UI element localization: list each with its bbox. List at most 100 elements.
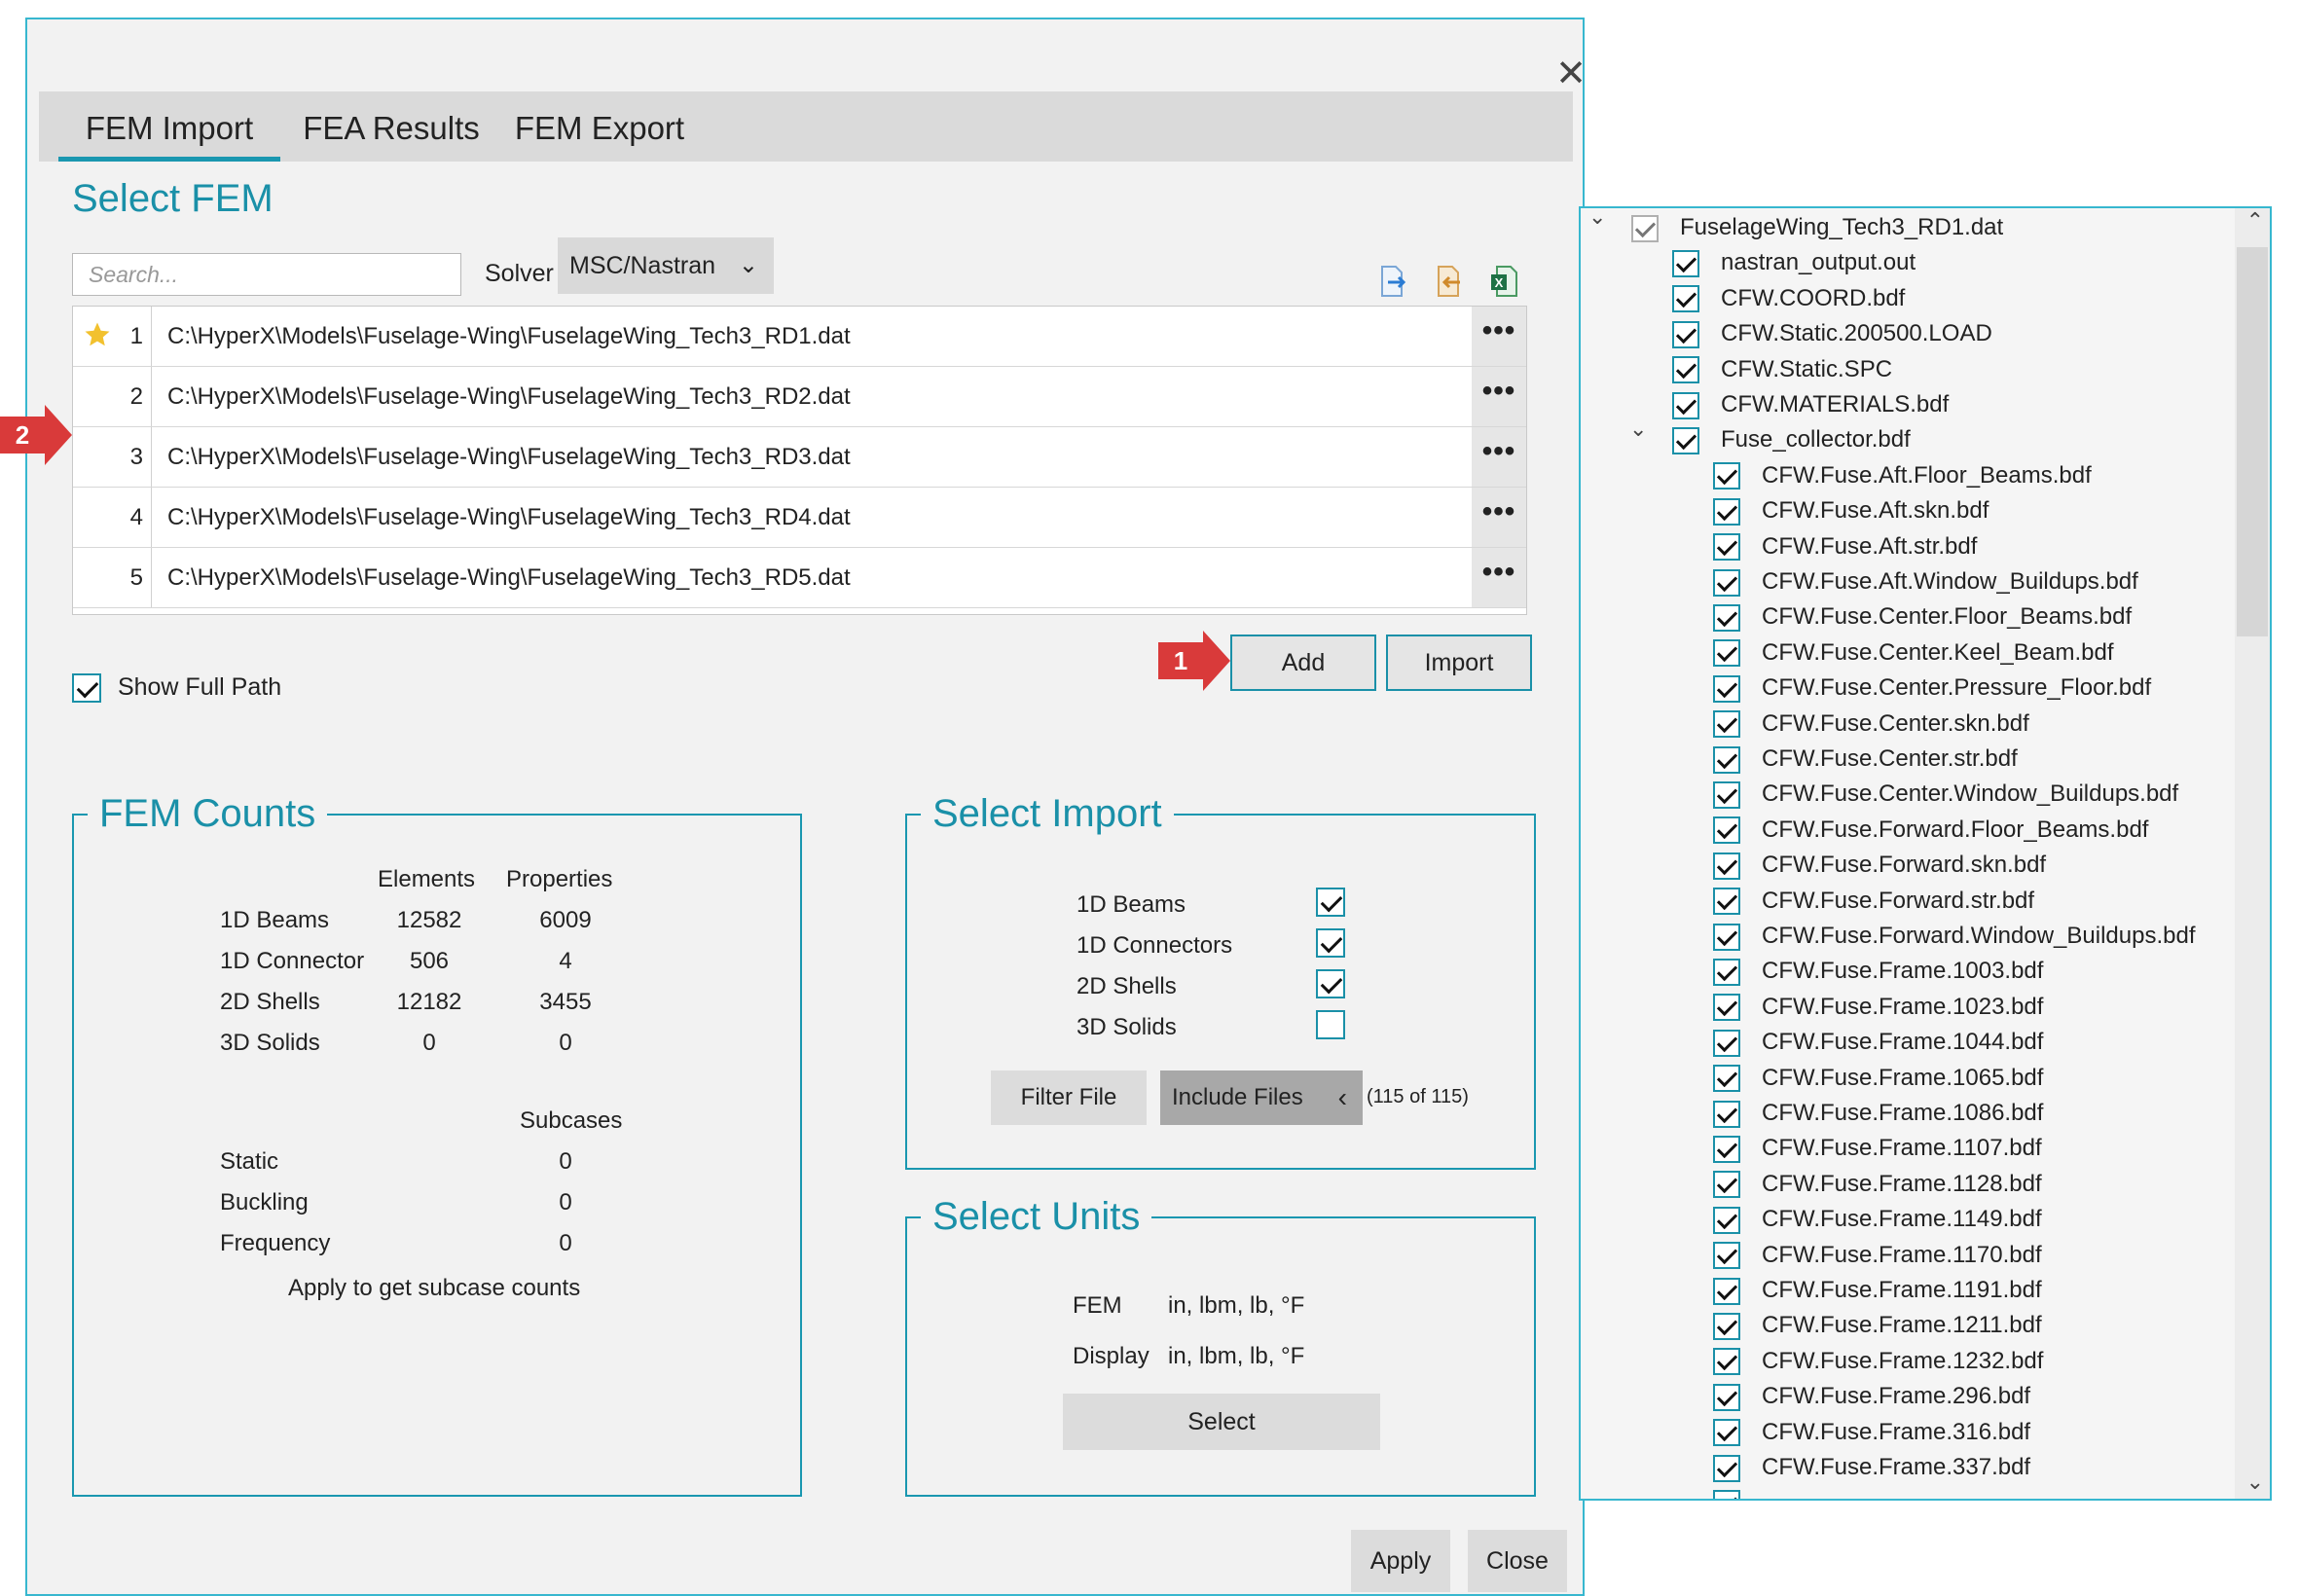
tree-item-checkbox[interactable]: [1713, 1490, 1740, 1499]
tree-item[interactable]: CFW.Static.200500.LOAD: [1672, 316, 1992, 351]
tree-item[interactable]: CFW.Fuse.Center.Window_Buildups.bdf: [1713, 777, 2178, 812]
scroll-down-icon[interactable]: ⌄: [2246, 1469, 2264, 1495]
tree-item-checkbox[interactable]: [1713, 1065, 1740, 1093]
tree-item-checkbox[interactable]: [1672, 250, 1699, 278]
tree-item[interactable]: CFW.Fuse.Frame.1107.bdf: [1713, 1131, 2042, 1166]
add-button[interactable]: Add: [1230, 635, 1376, 691]
tree-item[interactable]: CFW.Fuse.Aft.skn.bdf: [1713, 493, 1989, 528]
tree-item-checkbox[interactable]: [1713, 888, 1740, 916]
tree-item[interactable]: CFW.Fuse.Frame.1170.bdf: [1713, 1238, 2042, 1273]
browse-button[interactable]: •••: [1472, 307, 1526, 366]
tree-item-checkbox[interactable]: [1672, 356, 1699, 384]
tree-item[interactable]: CFW.Fuse.Frame.1191.bdf: [1713, 1273, 2042, 1308]
tree-item-checkbox[interactable]: [1713, 1454, 1740, 1482]
tab-fem-import[interactable]: FEM Import: [58, 91, 280, 162]
browse-button[interactable]: •••: [1472, 488, 1526, 547]
tree-item[interactable]: CFW.MATERIALS.bdf: [1672, 387, 1949, 422]
tree-item[interactable]: Fuse_collector.bdf: [1672, 422, 1911, 457]
tree-item[interactable]: CFW.Fuse.Center.Pressure_Floor.bdf: [1713, 671, 2151, 706]
tree-item[interactable]: CFW.Fuse.Aft.Floor_Beams.bdf: [1713, 458, 2092, 493]
tree-item-checkbox[interactable]: [1713, 816, 1740, 845]
tree-item-checkbox[interactable]: [1713, 1029, 1740, 1057]
close-icon[interactable]: ✕: [1548, 51, 1594, 97]
solver-dropdown[interactable]: MSC/Nastran ⌄: [558, 237, 774, 294]
tree-item[interactable]: CFW.Fuse.Frame.337.bdf: [1713, 1450, 2030, 1485]
tree-item[interactable]: CFW.Fuse.Frame.296.bdf: [1713, 1379, 2030, 1414]
tree-item-checkbox[interactable]: [1713, 923, 1740, 951]
tree-item-checkbox[interactable]: [1631, 214, 1659, 242]
tree-item-checkbox[interactable]: [1713, 852, 1740, 880]
tree-item[interactable]: CFW.Fuse.Frame.1023.bdf: [1713, 990, 2043, 1025]
tree-item[interactable]: CFW.Fuse.Forward.Window_Buildups.bdf: [1713, 919, 2196, 954]
tree-root-item[interactable]: FuselageWing_Tech3_RD1.dat: [1631, 210, 2003, 245]
browse-button[interactable]: •••: [1472, 367, 1526, 426]
tree-item-checkbox[interactable]: [1713, 1313, 1740, 1341]
tree-item-checkbox[interactable]: [1713, 745, 1740, 774]
tree-item-checkbox[interactable]: [1713, 533, 1740, 562]
apply-button[interactable]: Apply: [1351, 1530, 1450, 1592]
tree-item-checkbox[interactable]: [1672, 285, 1699, 313]
close-button[interactable]: Close: [1468, 1530, 1567, 1592]
chevron-down-icon[interactable]: ⌄: [1588, 208, 1606, 230]
export-icon[interactable]: [1378, 265, 1407, 298]
scroll-up-icon[interactable]: ⌃: [2246, 208, 2264, 234]
tree-item-checkbox[interactable]: [1713, 568, 1740, 597]
tree-item-checkbox[interactable]: [1672, 427, 1699, 455]
tree-item-checkbox[interactable]: [1713, 604, 1740, 633]
browse-button[interactable]: •••: [1472, 427, 1526, 487]
import-2d-shells-checkbox[interactable]: [1316, 969, 1345, 998]
tree-item[interactable]: CFW.Fuse.Forward.Floor_Beams.bdf: [1713, 813, 2148, 848]
tree-item-checkbox[interactable]: [1713, 1277, 1740, 1305]
tree-item[interactable]: CFW.Fuse.Frame.1149.bdf: [1713, 1202, 2042, 1237]
tree-item[interactable]: CFW.Fuse.Center.str.bdf: [1713, 742, 2018, 777]
import-1d-connectors-checkbox[interactable]: [1316, 928, 1345, 958]
tree-item[interactable]: CFW.Static.SPC: [1672, 352, 1892, 387]
tree-item-checkbox[interactable]: [1713, 1100, 1740, 1128]
tree-item-checkbox[interactable]: [1713, 1383, 1740, 1411]
file-row[interactable]: 4 C:\HyperX\Models\Fuselage-Wing\Fuselag…: [73, 488, 1526, 548]
tree-item[interactable]: [1713, 1485, 1762, 1499]
import-button[interactable]: Import: [1386, 635, 1532, 691]
import-icon[interactable]: [1433, 265, 1462, 298]
tree-item-checkbox[interactable]: [1713, 497, 1740, 526]
tab-fea-results[interactable]: FEA Results: [294, 91, 489, 162]
tree-item[interactable]: CFW.Fuse.Aft.Window_Buildups.bdf: [1713, 564, 2138, 599]
tab-fem-export[interactable]: FEM Export: [502, 91, 697, 162]
excel-icon[interactable]: X: [1489, 265, 1518, 298]
select-units-button[interactable]: Select: [1063, 1394, 1380, 1450]
tree-item[interactable]: nastran_output.out: [1672, 245, 1916, 280]
tree-item[interactable]: CFW.Fuse.Frame.1086.bdf: [1713, 1096, 2043, 1131]
show-full-path-toggle[interactable]: Show Full Path: [72, 673, 281, 704]
tree-item-checkbox[interactable]: [1713, 1171, 1740, 1199]
tree-item-checkbox[interactable]: [1713, 1348, 1740, 1376]
tree-item[interactable]: CFW.Fuse.Frame.1128.bdf: [1713, 1167, 2042, 1202]
tree-item[interactable]: CFW.Fuse.Frame.1003.bdf: [1713, 954, 2043, 989]
filter-file-button[interactable]: Filter File: [991, 1070, 1147, 1125]
file-row[interactable]: 3 C:\HyperX\Models\Fuselage-Wing\Fuselag…: [73, 427, 1526, 488]
tree-item-checkbox[interactable]: [1672, 391, 1699, 419]
tree-item[interactable]: CFW.Fuse.Aft.str.bdf: [1713, 529, 1977, 564]
tree-item-checkbox[interactable]: [1713, 1419, 1740, 1447]
tree-item[interactable]: CFW.Fuse.Frame.1232.bdf: [1713, 1344, 2043, 1379]
tree-item-checkbox[interactable]: [1672, 320, 1699, 348]
tree-item-checkbox[interactable]: [1713, 674, 1740, 703]
tree-item[interactable]: CFW.Fuse.Forward.str.bdf: [1713, 884, 2034, 919]
tree-item-checkbox[interactable]: [1713, 1206, 1740, 1234]
tree-item[interactable]: CFW.Fuse.Frame.316.bdf: [1713, 1415, 2030, 1450]
tree-item[interactable]: CFW.Fuse.Center.Keel_Beam.bdf: [1713, 635, 2114, 671]
search-input[interactable]: Search...: [72, 253, 461, 296]
tree-scrollbar-thumb[interactable]: [2237, 247, 2268, 636]
import-3d-solids-checkbox[interactable]: [1316, 1010, 1345, 1039]
file-row[interactable]: 5 C:\HyperX\Models\Fuselage-Wing\Fuselag…: [73, 548, 1526, 608]
tree-item[interactable]: CFW.Fuse.Frame.1065.bdf: [1713, 1061, 2043, 1096]
tree-item-checkbox[interactable]: [1713, 1136, 1740, 1164]
import-1d-beams-checkbox[interactable]: [1316, 888, 1345, 917]
tree-item[interactable]: CFW.Fuse.Forward.skn.bdf: [1713, 848, 2046, 883]
tree-item-checkbox[interactable]: [1713, 781, 1740, 810]
tree-scrollbar[interactable]: ⌃ ⌄: [2235, 208, 2270, 1499]
tree-item[interactable]: CFW.Fuse.Frame.1044.bdf: [1713, 1025, 2043, 1060]
tree-item[interactable]: CFW.COORD.bdf: [1672, 281, 1905, 316]
browse-button[interactable]: •••: [1472, 548, 1526, 607]
tree-item-checkbox[interactable]: [1713, 639, 1740, 668]
file-row[interactable]: 1 C:\HyperX\Models\Fuselage-Wing\Fuselag…: [73, 307, 1526, 367]
